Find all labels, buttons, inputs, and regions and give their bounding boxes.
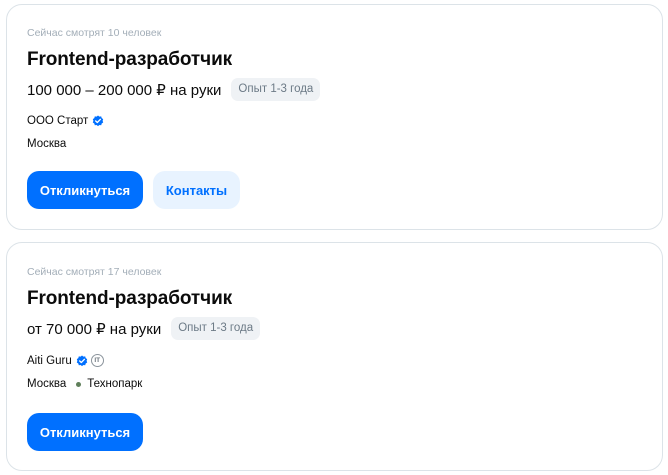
contacts-button[interactable]: Контакты — [153, 171, 240, 209]
experience-badge: Опыт 1-3 года — [171, 317, 261, 340]
location: Москва — [27, 378, 67, 390]
salary: 100 000 – 200 000 ₽ на руки — [27, 81, 222, 99]
respond-button[interactable]: Откликнуться — [27, 413, 143, 451]
company-name[interactable]: ООО Старт — [27, 115, 88, 127]
company-row: Aiti Guru IT — [27, 354, 104, 367]
verified-check-icon — [92, 115, 104, 127]
verified-check-icon — [76, 355, 88, 367]
salary-row: от 70 000 ₽ на руки Опыт 1-3 года — [27, 317, 261, 340]
metro-station: Технопарк — [87, 378, 143, 390]
vacancy-title[interactable]: Frontend-разработчик — [27, 49, 232, 71]
location-row: Москва — [27, 138, 66, 150]
location: Москва — [27, 138, 67, 150]
viewers-count: Сейчас смотрят 17 человек — [27, 266, 162, 278]
location-row: Москва Технопарк — [27, 378, 142, 390]
experience-badge: Опыт 1-3 года — [231, 78, 321, 101]
respond-button[interactable]: Откликнуться — [27, 171, 143, 209]
vacancy-title[interactable]: Frontend-разработчик — [27, 288, 232, 310]
company-row: ООО Старт — [27, 115, 104, 127]
it-accreditation-icon[interactable]: IT — [90, 354, 104, 367]
salary: от 70 000 ₽ на руки — [27, 320, 162, 338]
salary-row: 100 000 – 200 000 ₽ на руки Опыт 1-3 год… — [27, 78, 321, 101]
metro-line-icon — [76, 381, 82, 387]
vacancy-card[interactable]: Сейчас смотрят 10 человек Frontend-разра… — [6, 4, 663, 230]
vacancy-card[interactable]: Сейчас смотрят 17 человек Frontend-разра… — [6, 242, 663, 471]
viewers-count: Сейчас смотрят 10 человек — [27, 27, 162, 39]
company-name[interactable]: Aiti Guru — [27, 355, 72, 367]
